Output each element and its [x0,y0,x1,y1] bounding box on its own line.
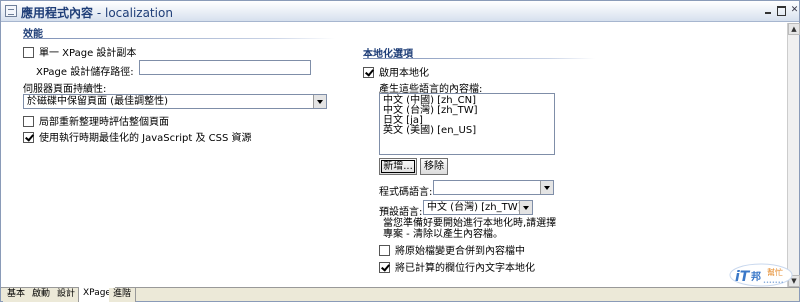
localize-computed-row[interactable]: 將已計算的欄位行內文字本地化 [379,259,535,274]
svg-text:•••••••: ••••••• [763,280,784,286]
default-language-label: 預設語言: [379,207,423,218]
chevron-down-icon[interactable] [540,181,553,194]
persistence-label: 伺服器頁面持續性: [23,84,107,95]
storage-path-label: XPage 設計儲存路徑: [36,67,134,78]
default-language-selected-value: 中文 (台灣) [zh_TW] [427,202,522,213]
enable-localization-label: 啟用本地化 [379,68,429,79]
maximize-icon[interactable] [776,5,787,16]
note-line-2: 專案 - 清除以產生內容檔。 [383,229,503,240]
remove-language-button[interactable]: 移除 [420,158,448,175]
vertical-scrollbar[interactable]: ▲ ▼ [787,23,800,287]
ithome-watermark-logo: iT 邦 幫忙 ••••••• [729,263,793,287]
app-properties-window: 應用程式內容 - localization ✕ 效能 單一 XPage 設計副本… [0,0,800,302]
svg-text:iT: iT [735,269,751,285]
localization-divider [363,58,595,59]
localize-computed-label: 將已計算的欄位行內文字本地化 [395,263,535,274]
tab-basics[interactable]: 基本 [3,288,31,302]
partial-refresh-label: 局部重新整理時評估整個頁面 [39,117,169,128]
close-icon[interactable]: ✕ [789,5,800,16]
tab-launch[interactable]: 啟動 [28,288,56,302]
merge-changes-label: 將原始檔變更合併到內容檔中 [395,246,525,257]
window-title-text: 應用程式內容 [21,6,94,20]
scroll-up-icon[interactable]: ▲ [788,23,800,35]
editor-tab-bar: 基本 啟動 設計 XPage 進階 [1,287,799,302]
storage-path-input[interactable] [139,60,311,75]
properties-icon [5,5,17,17]
enable-localization-checkbox[interactable] [363,67,374,78]
persistence-select[interactable]: 於磁碟中保留頁面 (最佳調整性) [23,94,327,109]
chevron-down-icon[interactable] [519,201,532,214]
svg-text:幫忙: 幫忙 [767,267,783,277]
languages-listbox[interactable]: 中文 (中國) [zh_CN] 中文 (台灣) [zh_TW] 日文 [ja] … [379,93,555,155]
persistence-selected-value: 於磁碟中保留頁面 (最佳調整性) [27,96,168,107]
merge-changes-row[interactable]: 將原始檔變更合併到內容檔中 [379,242,525,257]
default-language-select[interactable]: 中文 (台灣) [zh_TW] [423,200,533,215]
partial-refresh-row[interactable]: 局部重新整理時評估整個頁面 [23,113,169,128]
window-title: 應用程式內容 - localization [21,4,173,21]
content-panel: 效能 單一 XPage 設計副本 XPage 設計儲存路徑: 伺服器頁面持續性:… [2,23,786,287]
single-copy-label: 單一 XPage 設計副本 [39,48,137,59]
minimize-icon[interactable] [763,5,774,16]
note-line-1: 當您準備好要開始進行本地化時,請選擇 [383,218,557,229]
runtime-optimize-checkbox[interactable] [23,132,34,143]
tab-design[interactable]: 設計 [53,288,81,302]
localization-note: 當您準備好要開始進行本地化時,請選擇 專案 - 清除以產生內容檔。 [383,218,556,240]
add-language-button[interactable]: 新增... [379,158,417,175]
partial-refresh-checkbox[interactable] [23,116,34,127]
svg-text:邦: 邦 [751,270,761,283]
chevron-down-icon[interactable] [313,95,326,108]
title-bar: 應用程式內容 - localization ✕ [1,1,799,22]
runtime-optimize-label: 使用執行時期最佳化的 JavaScript 及 CSS 資源 [39,133,252,144]
single-copy-checkbox[interactable] [23,47,34,58]
source-language-label: 程式碼語言: [379,187,433,198]
source-language-select[interactable] [433,180,554,195]
enable-localization-row[interactable]: 啟用本地化 [363,64,429,79]
single-copy-row[interactable]: 單一 XPage 設計副本 [23,44,136,59]
window-subtitle: localization [104,6,173,20]
performance-divider [23,38,335,39]
title-separator: - [93,6,105,20]
runtime-optimize-row[interactable]: 使用執行時期最佳化的 JavaScript 及 CSS 資源 [23,129,252,144]
localize-computed-checkbox[interactable] [379,262,390,273]
list-item[interactable]: 英文 (美國) [en_US] [383,126,551,136]
merge-changes-checkbox[interactable] [379,245,390,256]
tab-advanced[interactable]: 進階 [109,288,137,302]
